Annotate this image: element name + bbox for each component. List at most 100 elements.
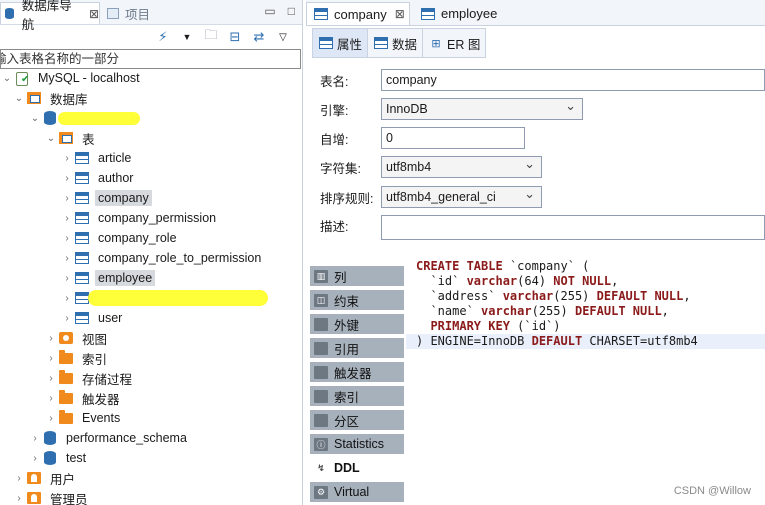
- tree-node-triggers[interactable]: › 触发器: [44, 388, 123, 408]
- tab-projects[interactable]: 项目: [104, 2, 164, 24]
- tree-node-table[interactable]: › company_role: [60, 228, 180, 248]
- engine-select[interactable]: InnoDB: [381, 98, 583, 120]
- link-editor-icon[interactable]: ⇄: [251, 29, 267, 45]
- tree-node-views[interactable]: › 视图: [44, 328, 110, 348]
- section-indexes[interactable]: 索引: [310, 386, 404, 408]
- subtab-properties[interactable]: 属性: [312, 28, 369, 58]
- tree-node-administrators[interactable]: › 管理员: [12, 488, 91, 505]
- table-editor-pane: company ⊠ employee 属性 数据 ⊞ ER 图 表名: comp…: [306, 0, 765, 505]
- close-icon[interactable]: ⊠: [395, 7, 405, 21]
- section-columns[interactable]: ▥ 列: [310, 266, 404, 288]
- section-references[interactable]: 引用: [310, 338, 404, 360]
- tree-node-table[interactable]: › user: [60, 308, 125, 328]
- section-foreign-keys[interactable]: 外键: [310, 314, 404, 336]
- chevron-right-icon[interactable]: ›: [28, 453, 42, 464]
- editor-tabbar: company ⊠ employee: [306, 0, 765, 26]
- editor-tab-company[interactable]: company ⊠: [306, 2, 410, 25]
- new-connection-icon[interactable]: ⚡: [155, 29, 171, 45]
- collapse-all-icon[interactable]: ⊟: [227, 29, 243, 45]
- tree-node-label: 数据库: [50, 92, 88, 107]
- tree-node-database[interactable]: › performance_schema: [28, 428, 190, 448]
- chevron-right-icon[interactable]: ›: [44, 413, 58, 424]
- minimize-icon[interactable]: ▭: [264, 4, 275, 18]
- section-label: 外键: [334, 318, 360, 333]
- chevron-down-icon[interactable]: ▼: [179, 29, 195, 45]
- section-partitions[interactable]: 分区: [310, 410, 404, 432]
- chevron-right-icon[interactable]: ›: [60, 313, 74, 324]
- chevron-right-icon[interactable]: ›: [44, 353, 58, 364]
- collation-select[interactable]: utf8mb4_general_ci: [381, 186, 542, 208]
- editor-tab-label: employee: [441, 6, 498, 21]
- chevron-right-icon[interactable]: ›: [60, 273, 74, 284]
- tree-node-procedures[interactable]: › 存储过程: [44, 368, 135, 388]
- tree-node-table[interactable]: › article: [60, 148, 134, 168]
- editor-tab-employee[interactable]: employee: [414, 2, 514, 25]
- views-folder-icon: [58, 331, 74, 345]
- table-name-field[interactable]: company: [381, 69, 765, 91]
- new-folder-icon[interactable]: 🗀: [203, 27, 219, 45]
- tree-node-label: 视图: [82, 332, 108, 347]
- section-virtual[interactable]: ⚙ Virtual: [310, 482, 404, 504]
- chevron-right-icon[interactable]: ›: [12, 493, 26, 504]
- tree-node-events[interactable]: › Events: [44, 408, 123, 428]
- table-icon: [74, 231, 90, 245]
- tree-node-table[interactable]: › employee: [60, 268, 156, 288]
- tree-node-table[interactable]: › company: [60, 188, 152, 208]
- chevron-down-icon[interactable]: ⌄: [44, 133, 58, 144]
- collation-label: 排序规则:: [320, 191, 374, 206]
- watermark: CSDN @Willow: [673, 485, 751, 497]
- section-ddl[interactable]: ↯ DDL: [310, 458, 404, 480]
- section-label: Virtual: [334, 485, 370, 499]
- tab-database-navigator[interactable]: 数据库导航 ⊠: [0, 0, 100, 32]
- chevron-down-icon[interactable]: ⌄: [28, 113, 42, 124]
- section-label: Statistics: [334, 437, 385, 451]
- chevron-right-icon[interactable]: ›: [12, 473, 26, 484]
- ddl-editor[interactable]: CREATE TABLE `company` ( `id` varchar(64…: [406, 258, 765, 505]
- table-filter-input[interactable]: 输入表格名称的一部分: [0, 49, 301, 69]
- chevron-right-icon[interactable]: ›: [60, 293, 74, 304]
- description-row: 描述:: [320, 214, 382, 236]
- view-menu-icon[interactable]: ▽: [275, 29, 291, 45]
- tree-node-connection[interactable]: ⌄ MySQL - localhost: [0, 68, 143, 88]
- chevron-right-icon[interactable]: ›: [60, 213, 74, 224]
- section-triggers[interactable]: 触发器: [310, 362, 404, 384]
- tree-node-table[interactable]: › company_role_to_permission: [60, 248, 264, 268]
- chevron-right-icon[interactable]: ›: [44, 333, 58, 344]
- tree-node-table[interactable]: › company_permission: [60, 208, 219, 228]
- tree-node-label: 触发器: [82, 392, 120, 407]
- auto-increment-field[interactable]: 0: [381, 127, 525, 149]
- tree-node-databases[interactable]: ⌄ 数据库: [12, 88, 91, 108]
- tree-node-table[interactable]: › author: [60, 168, 136, 188]
- chevron-right-icon[interactable]: ›: [60, 253, 74, 264]
- charset-label: 字符集:: [320, 161, 361, 176]
- engine-value: InnoDB: [386, 102, 428, 116]
- section-constraints[interactable]: ◫ 约束: [310, 290, 404, 312]
- chevron-right-icon[interactable]: ›: [44, 393, 58, 404]
- engine-label: 引擎:: [320, 103, 349, 118]
- description-field[interactable]: [381, 215, 765, 240]
- chevron-down-icon[interactable]: ⌄: [0, 73, 14, 84]
- chevron-down-icon[interactable]: ⌄: [12, 93, 26, 104]
- tree-node-indexes[interactable]: › 索引: [44, 348, 110, 368]
- chevron-right-icon[interactable]: ›: [60, 153, 74, 164]
- subtab-er-diagram[interactable]: ⊞ ER 图: [422, 28, 487, 58]
- tree-node-database[interactable]: › test: [28, 448, 89, 468]
- tree-node-label: Events: [82, 411, 121, 425]
- chevron-right-icon[interactable]: ›: [60, 173, 74, 184]
- chevron-right-icon[interactable]: ›: [60, 233, 74, 244]
- ddl-line: `id` varchar(64) NOT NULL,: [416, 274, 619, 288]
- tree-node-users[interactable]: › 用户: [12, 468, 78, 488]
- ddl-line: CREATE TABLE `company` (: [416, 259, 590, 273]
- section-statistics[interactable]: ⓘ Statistics: [310, 434, 404, 456]
- chevron-right-icon[interactable]: ›: [60, 193, 74, 204]
- ddl-line: PRIMARY KEY (`id`): [430, 319, 561, 333]
- charset-select[interactable]: utf8mb4: [381, 156, 542, 178]
- chevron-right-icon[interactable]: ›: [28, 433, 42, 444]
- tree-node-tables[interactable]: ⌄ 表: [44, 128, 98, 148]
- close-icon[interactable]: ⊠: [89, 7, 99, 21]
- subtab-data[interactable]: 数据: [367, 28, 424, 58]
- references-icon: [314, 341, 328, 355]
- table-icon: [74, 211, 90, 225]
- chevron-right-icon[interactable]: ›: [44, 373, 58, 384]
- maximize-icon[interactable]: □: [288, 4, 295, 18]
